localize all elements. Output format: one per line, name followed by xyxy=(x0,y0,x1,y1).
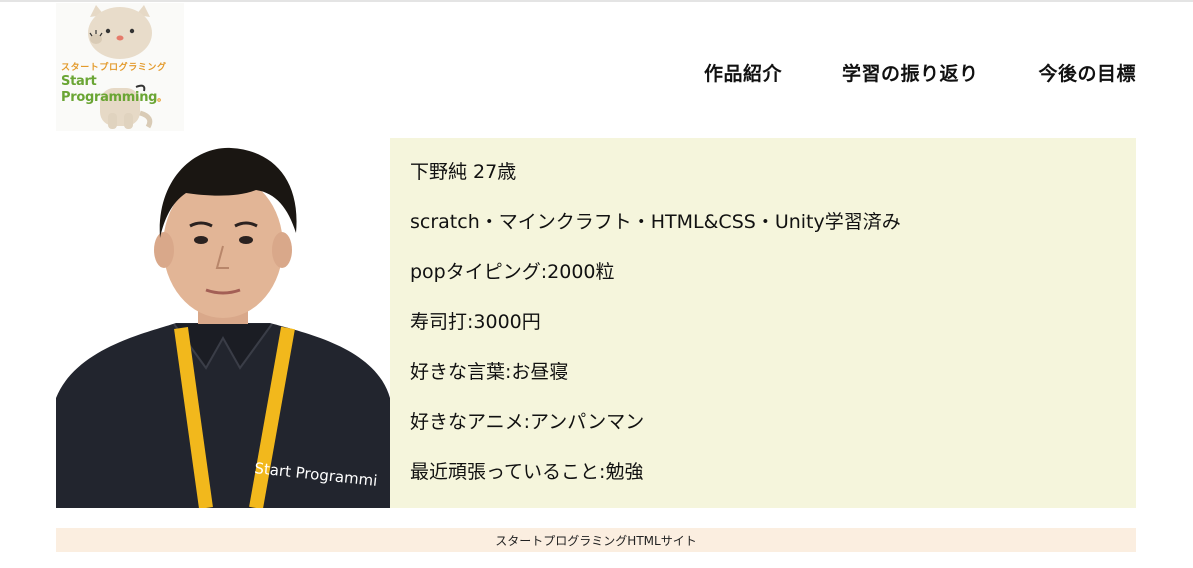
profile-current-effort: 最近頑張っていること:勉強 xyxy=(410,461,644,483)
logo-kana: スタートプログラミング xyxy=(61,63,167,73)
main-nav: 作品紹介 学習の振り返り 今後の目標 xyxy=(704,59,1136,86)
nav-item-works[interactable]: 作品紹介 xyxy=(704,59,782,86)
profile-favorite-word: 好きな言葉:お昼寝 xyxy=(410,361,569,383)
top-border xyxy=(0,0,1193,2)
profile-typing: popタイピング:2000粒 xyxy=(410,261,615,283)
logo-name: Start Programming。 xyxy=(61,74,167,105)
site-logo[interactable]: スタートプログラミング Start Programming。 xyxy=(56,3,184,131)
nav-item-review[interactable]: 学習の振り返り xyxy=(842,59,979,86)
profile-photo: Start Programmi xyxy=(56,138,390,508)
site-footer: スタートプログラミングHTMLサイト xyxy=(56,528,1136,552)
profile-panel: 下野純 27歳 scratch・マインクラフト・HTML&CSS・Unity学習… xyxy=(390,138,1136,508)
profile-name-age: 下野純 27歳 xyxy=(410,161,517,183)
footer-text: スタートプログラミングHTMLサイト xyxy=(495,533,697,548)
nav-item-goals[interactable]: 今後の目標 xyxy=(1038,59,1136,86)
profile-favorite-anime: 好きなアニメ:アンパンマン xyxy=(410,411,645,433)
profile-sushida: 寿司打:3000円 xyxy=(410,311,541,333)
profile-skills: scratch・マインクラフト・HTML&CSS・Unity学習済み xyxy=(410,211,901,233)
